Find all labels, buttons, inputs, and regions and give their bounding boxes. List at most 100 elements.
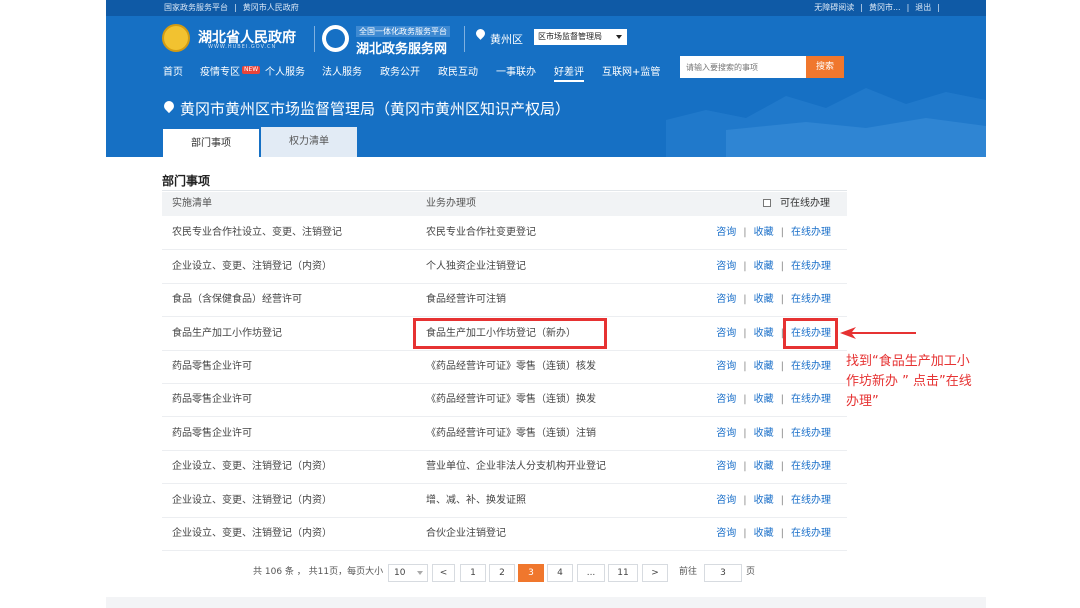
online-filter-checkbox[interactable] [763, 199, 771, 207]
page-button[interactable]: 2 [489, 564, 515, 582]
goto-page-input[interactable]: 3 [704, 564, 742, 582]
page-ellipsis[interactable]: ... [577, 564, 605, 582]
business-cell[interactable]: 营业单位、企业非法人分支机构开业登记 [426, 450, 606, 483]
business-cell[interactable]: 合伙企业注销登记 [426, 517, 506, 550]
favorite-link[interactable]: 收藏 [754, 428, 774, 439]
nav-item-personal[interactable]: 个人服务 [265, 66, 305, 80]
table-row: 药品零售企业许可 《药品经营许可证》零售（连锁）注销 咨询 | 收藏 | 在线办理 [162, 417, 847, 451]
list-cell: 药品零售企业许可 [172, 394, 252, 405]
online-handle-link[interactable]: 在线办理 [791, 261, 831, 272]
location-name[interactable]: 黄州区 [490, 31, 523, 47]
goto-unit: 页 [746, 567, 756, 577]
online-handle-link[interactable]: 在线办理 [791, 294, 831, 305]
topbar-separator: | [937, 3, 940, 12]
section-divider [162, 190, 847, 191]
new-badge: NEW [242, 66, 261, 74]
nav-item-gov-public[interactable]: 政务公开 [380, 66, 420, 80]
page-button[interactable]: 4 [547, 564, 573, 582]
table-row: 食品（含保健食品）经营许可 食品经营许可注销 咨询 | 收藏 | 在线办理 [162, 283, 847, 317]
column-header-list: 实施清单 [172, 198, 212, 209]
nav-item-corporate[interactable]: 法人服务 [322, 66, 362, 80]
consult-link[interactable]: 咨询 [716, 461, 736, 472]
tab-power-list[interactable]: 权力清单 [261, 127, 357, 157]
search-input[interactable] [680, 56, 806, 78]
topbar-separator: | [906, 3, 910, 12]
platform-tagline: 全国一体化政务服务平台 [356, 26, 450, 37]
caret-down-icon [616, 35, 622, 39]
favorite-link[interactable]: 收藏 [754, 495, 774, 506]
favorite-link[interactable]: 收藏 [754, 361, 774, 372]
online-filter-label: 可在线办理 [780, 198, 830, 209]
pagination: 共 106 条 ， 共11页，每页大小 10 < 1 2 3 4 ... 11 … [0, 560, 1080, 584]
page-size-select[interactable]: 10 [388, 564, 428, 582]
table-row: 企业设立、变更、注销登记（内资） 个人独资企业注销登记 咨询 | 收藏 | 在线办理 [162, 250, 847, 284]
instruction-annotation: 找到“食品生产加工小作坊新办 ” 点击”在线办理” [846, 354, 972, 409]
consult-link[interactable]: 咨询 [716, 328, 736, 339]
consult-link[interactable]: 咨询 [716, 261, 736, 272]
department-select[interactable]: 区市场监督管理局 [534, 29, 627, 45]
nav-item-epidemic-label: 疫情专区 [200, 67, 240, 78]
logout-link[interactable]: 退出 [915, 3, 931, 12]
page-button-current[interactable]: 3 [518, 564, 544, 582]
favorite-link[interactable]: 收藏 [754, 461, 774, 472]
nav-item-home[interactable]: 首页 [163, 66, 183, 80]
list-cell: 企业设立、变更、注销登记（内资） [172, 261, 332, 272]
favorite-link[interactable]: 收藏 [754, 294, 774, 305]
online-handle-link[interactable]: 在线办理 [791, 394, 831, 405]
consult-link[interactable]: 咨询 [716, 361, 736, 372]
favorite-link[interactable]: 收藏 [754, 394, 774, 405]
nav-item-internet-supervision[interactable]: 互联网+监管 [602, 66, 660, 80]
consult-link[interactable]: 咨询 [716, 227, 736, 238]
search-button[interactable]: 搜索 [806, 56, 844, 78]
huanggang-gov-link[interactable]: 黄冈市人民政府 [243, 3, 299, 12]
national-emblem-icon[interactable] [162, 24, 190, 52]
favorite-link[interactable]: 收藏 [754, 328, 774, 339]
page-button[interactable]: 11 [608, 564, 638, 582]
platform-title[interactable]: 湖北政务服务网 [356, 38, 447, 57]
consult-link[interactable]: 咨询 [716, 394, 736, 405]
header-divider [464, 26, 465, 52]
topbar-separator: | [234, 3, 237, 12]
prev-page-button[interactable]: < [432, 564, 455, 582]
favorite-link[interactable]: 收藏 [754, 261, 774, 272]
consult-link[interactable]: 咨询 [716, 294, 736, 305]
online-handle-link[interactable]: 在线办理 [791, 495, 831, 506]
accessibility-link[interactable]: 无障碍阅读 [814, 3, 854, 12]
nav-item-interaction[interactable]: 政民互动 [438, 66, 478, 80]
consult-link[interactable]: 咨询 [716, 528, 736, 539]
consult-link[interactable]: 咨询 [716, 495, 736, 506]
online-handle-link[interactable]: 在线办理 [791, 361, 831, 372]
online-handle-link[interactable]: 在线办理 [791, 461, 831, 472]
highlight-business-item [413, 318, 607, 349]
favorite-link[interactable]: 收藏 [754, 528, 774, 539]
consult-link[interactable]: 咨询 [716, 428, 736, 439]
business-cell[interactable]: 《药品经营许可证》零售（连锁）换发 [426, 383, 596, 416]
online-handle-link[interactable]: 在线办理 [791, 428, 831, 439]
platform-logo-icon[interactable] [322, 25, 349, 52]
table-row: 企业设立、变更、注销登记（内资） 营业单位、企业非法人分支机构开业登记 咨询 | 收… [162, 450, 847, 484]
national-platform-link[interactable]: 国家政务服务平台 [164, 3, 228, 12]
top-utility-bar: 国家政务服务平台 | 黄冈市人民政府 无障碍阅读 | 黄冈市... | 退出 | [106, 0, 986, 16]
online-handle-link[interactable]: 在线办理 [791, 528, 831, 539]
page-button[interactable]: 1 [460, 564, 486, 582]
table-row: 企业设立、变更、注销登记（内资） 增、减、补、换发证照 咨询 | 收藏 | 在线办理 [162, 484, 847, 518]
online-handle-link[interactable]: 在线办理 [791, 227, 831, 238]
gov-subtitle: WWW.HUBEI.GOV.CN [208, 44, 277, 50]
nav-item-rating[interactable]: 好差评 [554, 66, 584, 82]
favorite-link[interactable]: 收藏 [754, 227, 774, 238]
nav-item-epidemic[interactable]: 疫情专区 NEW [200, 66, 262, 80]
next-page-button[interactable]: > [642, 564, 668, 582]
business-cell[interactable]: 《药品经营许可证》零售（连锁）注销 [426, 417, 596, 450]
user-account-link[interactable]: 黄冈市... [869, 3, 901, 12]
business-cell[interactable]: 食品经营许可注销 [426, 283, 506, 316]
business-cell[interactable]: 个人独资企业注销登记 [426, 250, 526, 283]
nav-item-one-thing[interactable]: 一事联办 [496, 66, 536, 80]
business-cell[interactable]: 增、减、补、换发证照 [426, 484, 526, 517]
business-cell[interactable]: 农民专业合作社变更登记 [426, 216, 536, 249]
caret-down-icon [417, 571, 423, 575]
tab-department-items[interactable]: 部门事项 [163, 127, 259, 157]
business-cell[interactable]: 《药品经营许可证》零售（连锁）核发 [426, 350, 596, 383]
list-cell: 企业设立、变更、注销登记（内资） [172, 495, 332, 506]
goto-label: 前往 [679, 567, 698, 577]
page-size-value: 10 [394, 568, 406, 578]
